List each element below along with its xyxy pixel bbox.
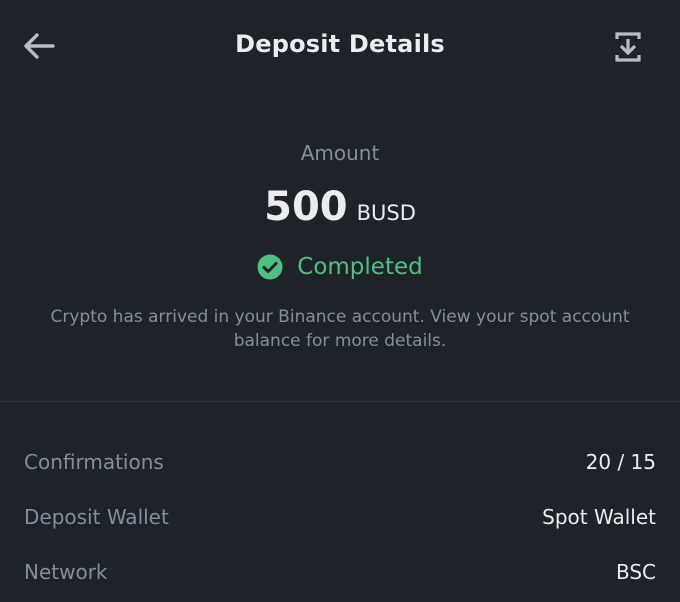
amount-unit: BUSD (356, 201, 416, 225)
status-text: Completed (297, 254, 423, 280)
detail-value: Spot Wallet (542, 505, 656, 529)
detail-row-network: Network BSC (24, 557, 656, 587)
share-export-icon (614, 31, 642, 67)
detail-value: BSC (615, 560, 656, 584)
status-badge: Completed (0, 254, 680, 280)
status-message: Crypto has arrived in your Binance accou… (50, 307, 630, 351)
header: Deposit Details (0, 0, 680, 100)
share-button[interactable] (604, 28, 652, 70)
detail-row-confirmations: Confirmations 20 / 15 (24, 447, 656, 477)
amount-display: 500 BUSD (0, 184, 680, 230)
page-title: Deposit Details (235, 30, 445, 58)
detail-value: 20 / 15 (585, 450, 656, 474)
detail-row-deposit-wallet: Deposit Wallet Spot Wallet (24, 502, 656, 532)
detail-label: Deposit Wallet (24, 505, 169, 529)
check-circle-icon (257, 254, 283, 280)
detail-label: Confirmations (24, 450, 164, 474)
divider (0, 401, 680, 402)
amount-value: 500 (264, 184, 348, 230)
deposit-details-screen: Deposit Details Amount 500 BUSD Complete… (0, 0, 680, 602)
detail-label: Network (24, 560, 108, 584)
amount-label: Amount (300, 141, 380, 165)
